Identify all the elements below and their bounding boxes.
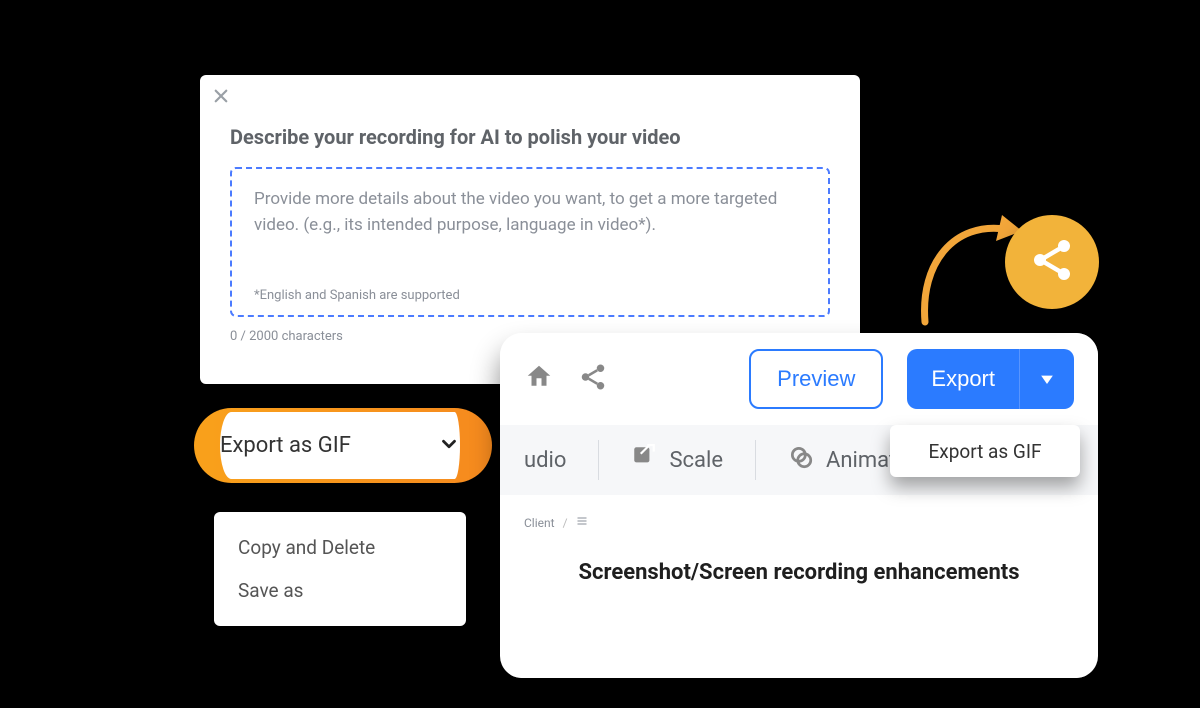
divider [755, 440, 756, 480]
document-preview: Client / Screenshot/Screen recording enh… [510, 503, 1088, 678]
scale-icon [631, 444, 657, 476]
context-menu-item-copy-delete[interactable]: Copy and Delete [214, 526, 466, 569]
tool-audio-label: udio [524, 448, 566, 473]
breadcrumb-item[interactable]: Client [524, 516, 555, 530]
breadcrumb: Client / [510, 515, 1088, 530]
tool-scale-label: Scale [669, 448, 723, 473]
tool-audio[interactable]: udio [510, 437, 580, 483]
context-menu: Copy and Delete Save as [214, 512, 466, 626]
hamburger-icon[interactable] [576, 515, 588, 530]
preview-button[interactable]: Preview [749, 349, 883, 409]
animation-icon [788, 444, 814, 476]
context-menu-item-save-as[interactable]: Save as [214, 569, 466, 612]
chevron-down-icon [438, 433, 460, 459]
document-title: Screenshot/Screen recording enhancements [510, 560, 1088, 585]
share-icon[interactable] [578, 362, 608, 396]
share-badge[interactable] [1005, 215, 1099, 309]
editor-topbar: Preview Export [500, 333, 1098, 425]
export-button-group: Export [907, 349, 1074, 409]
export-as-gif-dropdown[interactable]: Export as GIF [194, 408, 492, 483]
ai-footnote: *English and Spanish are supported [254, 288, 806, 303]
ai-placeholder-text: Provide more details about the video you… [254, 187, 806, 238]
export-as-gif-label: Export as GIF [220, 433, 351, 458]
share-icon [1028, 236, 1076, 288]
breadcrumb-separator: / [563, 516, 568, 530]
export-dropdown-caret[interactable] [1020, 349, 1074, 409]
divider [598, 440, 599, 480]
editor-card: Preview Export udio Scale [500, 333, 1098, 678]
ai-description-textarea[interactable]: Provide more details about the video you… [230, 167, 830, 317]
export-dropdown-item-gif[interactable]: Export as GIF [890, 425, 1080, 477]
export-button[interactable]: Export [907, 349, 1020, 409]
close-icon[interactable] [212, 87, 230, 108]
ai-panel-title: Describe your recording for AI to polish… [230, 125, 830, 149]
home-icon[interactable] [524, 362, 554, 396]
tool-scale[interactable]: Scale [617, 437, 737, 483]
